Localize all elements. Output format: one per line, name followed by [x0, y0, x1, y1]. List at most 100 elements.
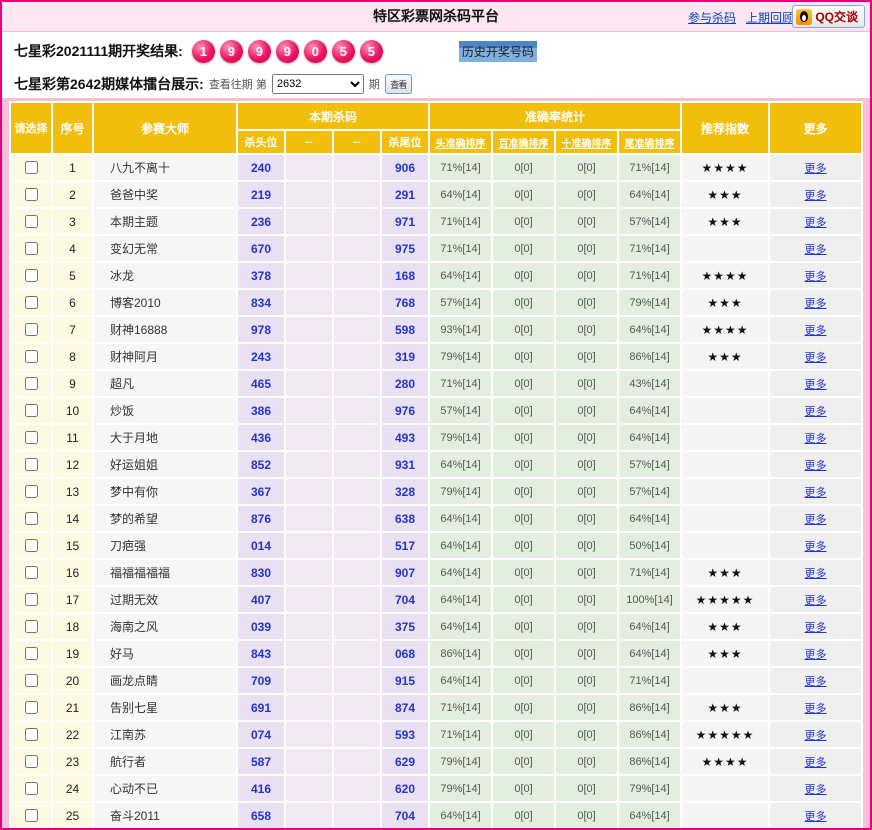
row-checkbox[interactable]	[24, 268, 38, 282]
row-select-cell	[11, 398, 51, 423]
more-link[interactable]: 更多	[805, 784, 827, 796]
kill-head-value: 014	[238, 533, 284, 558]
more-link[interactable]: 更多	[805, 568, 827, 580]
row-checkbox[interactable]	[24, 241, 38, 255]
row-checkbox[interactable]	[24, 457, 38, 471]
accuracy-tail: 50%[14]	[619, 533, 681, 558]
kill-mid-cell	[286, 290, 332, 315]
accuracy-ten: 0[0]	[556, 776, 618, 801]
more-link[interactable]: 更多	[805, 217, 827, 229]
kill-mid-cell	[286, 533, 332, 558]
more-link[interactable]: 更多	[805, 190, 827, 202]
row-index: 24	[53, 776, 92, 801]
more-link[interactable]: 更多	[805, 595, 827, 607]
row-checkbox[interactable]	[24, 592, 38, 606]
kill-mid-cell	[286, 614, 332, 639]
lottery-ball: 5	[359, 39, 383, 63]
more-link[interactable]: 更多	[805, 163, 827, 175]
more-link[interactable]: 更多	[805, 649, 827, 661]
more-link[interactable]: 更多	[805, 244, 827, 256]
star-rating: ★★★★	[682, 317, 769, 342]
kill-tail-value: 704	[382, 587, 429, 612]
nav-link-join[interactable]: 参与杀码	[688, 9, 736, 26]
accuracy-ten: 0[0]	[556, 317, 618, 342]
accuracy-head: 64%[14]	[430, 263, 492, 288]
more-link[interactable]: 更多	[805, 271, 827, 283]
row-checkbox[interactable]	[24, 403, 38, 417]
row-checkbox[interactable]	[24, 214, 38, 228]
accuracy-ten: 0[0]	[556, 668, 618, 693]
more-link[interactable]: 更多	[805, 406, 827, 418]
row-checkbox[interactable]	[24, 646, 38, 660]
table-row: 25 奋斗2011 658 704 64%[14] 0[0] 0[0] 64%[14] 更多	[11, 803, 862, 828]
qq-chat-button[interactable]: QQ交谈	[792, 5, 865, 28]
row-checkbox[interactable]	[24, 430, 38, 444]
row-checkbox[interactable]	[24, 322, 38, 336]
accuracy-tail: 71%[14]	[619, 668, 681, 693]
more-link[interactable]: 更多	[805, 487, 827, 499]
go-button[interactable]: 查看	[384, 74, 412, 94]
more-cell: 更多	[770, 533, 862, 558]
row-checkbox[interactable]	[24, 727, 38, 741]
row-checkbox[interactable]	[24, 700, 38, 714]
accuracy-hundred: 0[0]	[493, 587, 555, 612]
row-checkbox[interactable]	[24, 160, 38, 174]
row-checkbox[interactable]	[24, 565, 38, 579]
row-checkbox[interactable]	[24, 673, 38, 687]
more-cell: 更多	[770, 479, 862, 504]
more-link[interactable]: 更多	[805, 622, 827, 634]
table-row: 10 炒饭 386 976 57%[14] 0[0] 0[0] 64%[14] 更多	[11, 398, 862, 423]
sort-tail-accuracy-link[interactable]: 尾准确排序	[625, 139, 675, 150]
period-select[interactable]: 2632	[271, 74, 364, 94]
row-index: 5	[53, 263, 92, 288]
accuracy-tail: 64%[14]	[619, 641, 681, 666]
kill-head-value: 587	[238, 749, 284, 774]
kill-head-value: 876	[238, 506, 284, 531]
title-bar: 特区彩票网杀码平台 参与杀码 上期回顾 QQ交谈	[2, 2, 870, 32]
kill-tail-value: 375	[382, 614, 429, 639]
more-link[interactable]: 更多	[805, 703, 827, 715]
more-link[interactable]: 更多	[805, 730, 827, 742]
kill-tail-value: 168	[382, 263, 429, 288]
row-checkbox[interactable]	[24, 376, 38, 390]
history-numbers-link[interactable]: 历史开奖号码	[458, 40, 537, 62]
more-link[interactable]: 更多	[805, 379, 827, 391]
kill-mid-cell	[334, 398, 380, 423]
row-select-cell	[11, 506, 51, 531]
row-checkbox[interactable]	[24, 781, 38, 795]
nav-link-last-period[interactable]: 上期回顾	[746, 9, 794, 26]
more-link[interactable]: 更多	[805, 325, 827, 337]
accuracy-ten: 0[0]	[556, 479, 618, 504]
more-link[interactable]: 更多	[805, 298, 827, 310]
sort-head-accuracy-link[interactable]: 头准确排序	[436, 139, 486, 150]
more-link[interactable]: 更多	[805, 811, 827, 823]
sort-hundred-accuracy-link[interactable]: 百准确排序	[499, 139, 549, 150]
kill-head-value: 658	[238, 803, 284, 828]
row-checkbox[interactable]	[24, 295, 38, 309]
row-checkbox[interactable]	[24, 808, 38, 822]
kill-head-value: 039	[238, 614, 284, 639]
row-select-cell	[11, 290, 51, 315]
row-checkbox[interactable]	[24, 187, 38, 201]
more-cell: 更多	[770, 506, 862, 531]
more-link[interactable]: 更多	[805, 433, 827, 445]
table-row: 9 超凡 465 280 71%[14] 0[0] 0[0] 43%[14] 更多	[11, 371, 862, 396]
row-checkbox[interactable]	[24, 538, 38, 552]
row-checkbox[interactable]	[24, 754, 38, 768]
col-header-select: 请选择	[11, 103, 51, 153]
row-checkbox[interactable]	[24, 619, 38, 633]
more-link[interactable]: 更多	[805, 460, 827, 472]
row-checkbox[interactable]	[24, 511, 38, 525]
more-link[interactable]: 更多	[805, 514, 827, 526]
sort-ten-accuracy-link[interactable]: 十准确排序	[562, 139, 612, 150]
accuracy-hundred: 0[0]	[493, 695, 555, 720]
more-link[interactable]: 更多	[805, 352, 827, 364]
more-link[interactable]: 更多	[805, 541, 827, 553]
row-checkbox[interactable]	[24, 484, 38, 498]
row-select-cell	[11, 668, 51, 693]
accuracy-ten: 0[0]	[556, 533, 618, 558]
row-checkbox[interactable]	[24, 349, 38, 363]
subcol-kill-head: 杀头位	[238, 131, 284, 153]
more-link[interactable]: 更多	[805, 676, 827, 688]
more-link[interactable]: 更多	[805, 757, 827, 769]
